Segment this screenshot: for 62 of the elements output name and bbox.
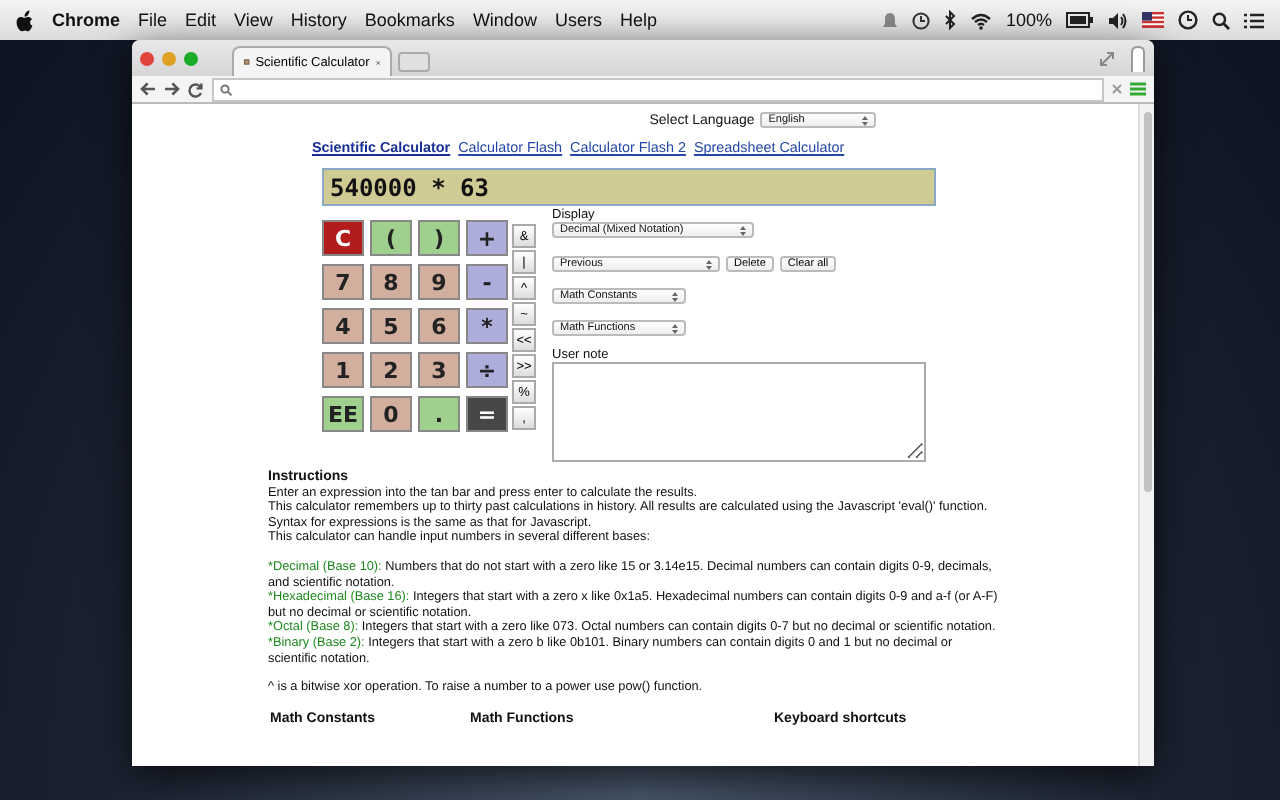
dropdown-arrow-icon bbox=[862, 115, 869, 125]
calculator-key[interactable]: 5 bbox=[370, 308, 412, 344]
clock-icon bbox=[911, 11, 930, 29]
dropdown-arrow-icon bbox=[672, 291, 678, 301]
menu-item[interactable]: View bbox=[234, 10, 273, 30]
notification-icon bbox=[881, 11, 898, 29]
forward-icon[interactable] bbox=[164, 82, 180, 96]
dropdown-arrow-icon bbox=[706, 259, 712, 269]
calculator-key[interactable]: 8 bbox=[370, 264, 412, 300]
expression-field[interactable]: 540000 * 63 bbox=[322, 168, 936, 206]
search-icon bbox=[1212, 11, 1230, 29]
fullscreen-icon[interactable] bbox=[1100, 51, 1114, 65]
calculator-key[interactable]: 3 bbox=[418, 352, 460, 388]
back-icon[interactable] bbox=[140, 82, 156, 96]
dropdown-arrow-icon bbox=[740, 225, 746, 235]
user-note-field[interactable] bbox=[552, 362, 926, 462]
speaker-icon bbox=[1108, 11, 1128, 29]
menu-icon[interactable] bbox=[1130, 82, 1146, 96]
calculator-key[interactable]: ÷ bbox=[466, 352, 508, 388]
list-icon bbox=[1244, 11, 1264, 29]
calculator-key[interactable]: 1 bbox=[322, 352, 364, 388]
clock-icon bbox=[1178, 10, 1198, 30]
calculator-key[interactable]: 7 bbox=[322, 264, 364, 300]
search-icon bbox=[220, 83, 232, 95]
menu-item[interactable]: File bbox=[138, 10, 168, 30]
calculator-icon bbox=[244, 56, 250, 68]
calculator-key[interactable]: + bbox=[466, 220, 508, 256]
calculator-key[interactable]: 9 bbox=[418, 264, 460, 300]
calculator-key[interactable]: ( bbox=[370, 220, 412, 256]
calculator-key[interactable]: . bbox=[418, 396, 460, 432]
close-button[interactable] bbox=[140, 51, 154, 65]
reload-icon[interactable] bbox=[188, 81, 204, 97]
calculator-key[interactable]: 6 bbox=[418, 308, 460, 344]
new-tab-button[interactable] bbox=[398, 52, 430, 72]
profile-icon[interactable] bbox=[1130, 45, 1146, 71]
menu-item[interactable]: Edit bbox=[185, 10, 217, 30]
bluetooth-icon bbox=[943, 10, 956, 30]
scrollbar[interactable] bbox=[1138, 104, 1154, 766]
calculator-key[interactable]: - bbox=[466, 264, 508, 300]
calculator-key[interactable]: ) bbox=[418, 220, 460, 256]
wifi-icon bbox=[969, 11, 992, 29]
menu-item[interactable]: Window bbox=[472, 10, 537, 30]
dropdown-arrow-icon bbox=[672, 323, 678, 333]
minimize-button[interactable] bbox=[162, 51, 176, 65]
battery-icon bbox=[1066, 12, 1094, 28]
calculator-key[interactable]: 2 bbox=[370, 352, 412, 388]
menu-item[interactable]: History bbox=[290, 10, 347, 30]
calculator-key[interactable]: 4 bbox=[322, 308, 364, 344]
calculator-key[interactable]: = bbox=[466, 396, 508, 432]
menu-item[interactable]: Users bbox=[554, 10, 602, 30]
menu-item[interactable]: Chrome bbox=[52, 10, 121, 30]
flag-icon bbox=[1142, 12, 1164, 28]
calculator-key[interactable]: EE bbox=[322, 396, 364, 432]
zoom-button[interactable] bbox=[184, 51, 198, 65]
calculator-key[interactable]: * bbox=[466, 308, 508, 344]
battery-percent: 100% bbox=[1005, 10, 1052, 30]
calculator-key[interactable]: 0 bbox=[370, 396, 412, 432]
apple-icon bbox=[16, 9, 34, 31]
menu-item[interactable]: Help bbox=[619, 10, 657, 30]
calculator-key[interactable]: C bbox=[322, 220, 364, 256]
menu-item[interactable]: Bookmarks bbox=[364, 10, 455, 30]
extension-icon[interactable] bbox=[1112, 84, 1122, 94]
